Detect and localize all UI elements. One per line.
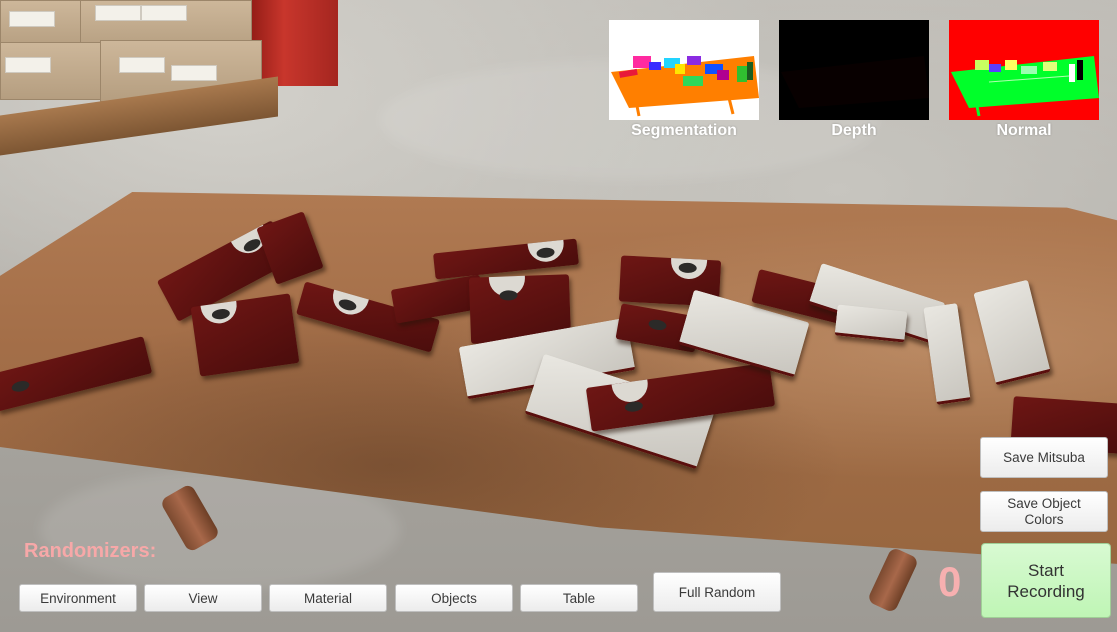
- start-recording-button[interactable]: Start Recording: [981, 543, 1111, 618]
- table-leg: [866, 546, 920, 614]
- frame-counter: 0: [938, 558, 962, 605]
- save-object-colors-button[interactable]: Save Object Colors: [980, 491, 1108, 532]
- board-piece: [190, 293, 300, 377]
- segmentation-label: Segmentation: [631, 122, 737, 139]
- depth-label: Depth: [831, 122, 877, 139]
- depth-preview: Depth: [779, 20, 929, 139]
- view-randomizer-button[interactable]: View: [144, 584, 262, 612]
- normal-label: Normal: [996, 122, 1052, 139]
- normal-preview: Normal: [949, 20, 1099, 139]
- cardboard-pallet: [0, 0, 278, 156]
- material-randomizer-button[interactable]: Material: [269, 584, 387, 612]
- segmentation-preview: Segmentation: [609, 20, 759, 139]
- table-randomizer-button[interactable]: Table: [520, 584, 638, 612]
- save-mitsuba-button[interactable]: Save Mitsuba: [980, 437, 1108, 478]
- objects-randomizer-button[interactable]: Objects: [395, 584, 513, 612]
- environment-randomizer-button[interactable]: Environment: [19, 584, 137, 612]
- full-random-button[interactable]: Full Random: [653, 572, 781, 612]
- randomizers-title: Randomizers:: [24, 540, 157, 562]
